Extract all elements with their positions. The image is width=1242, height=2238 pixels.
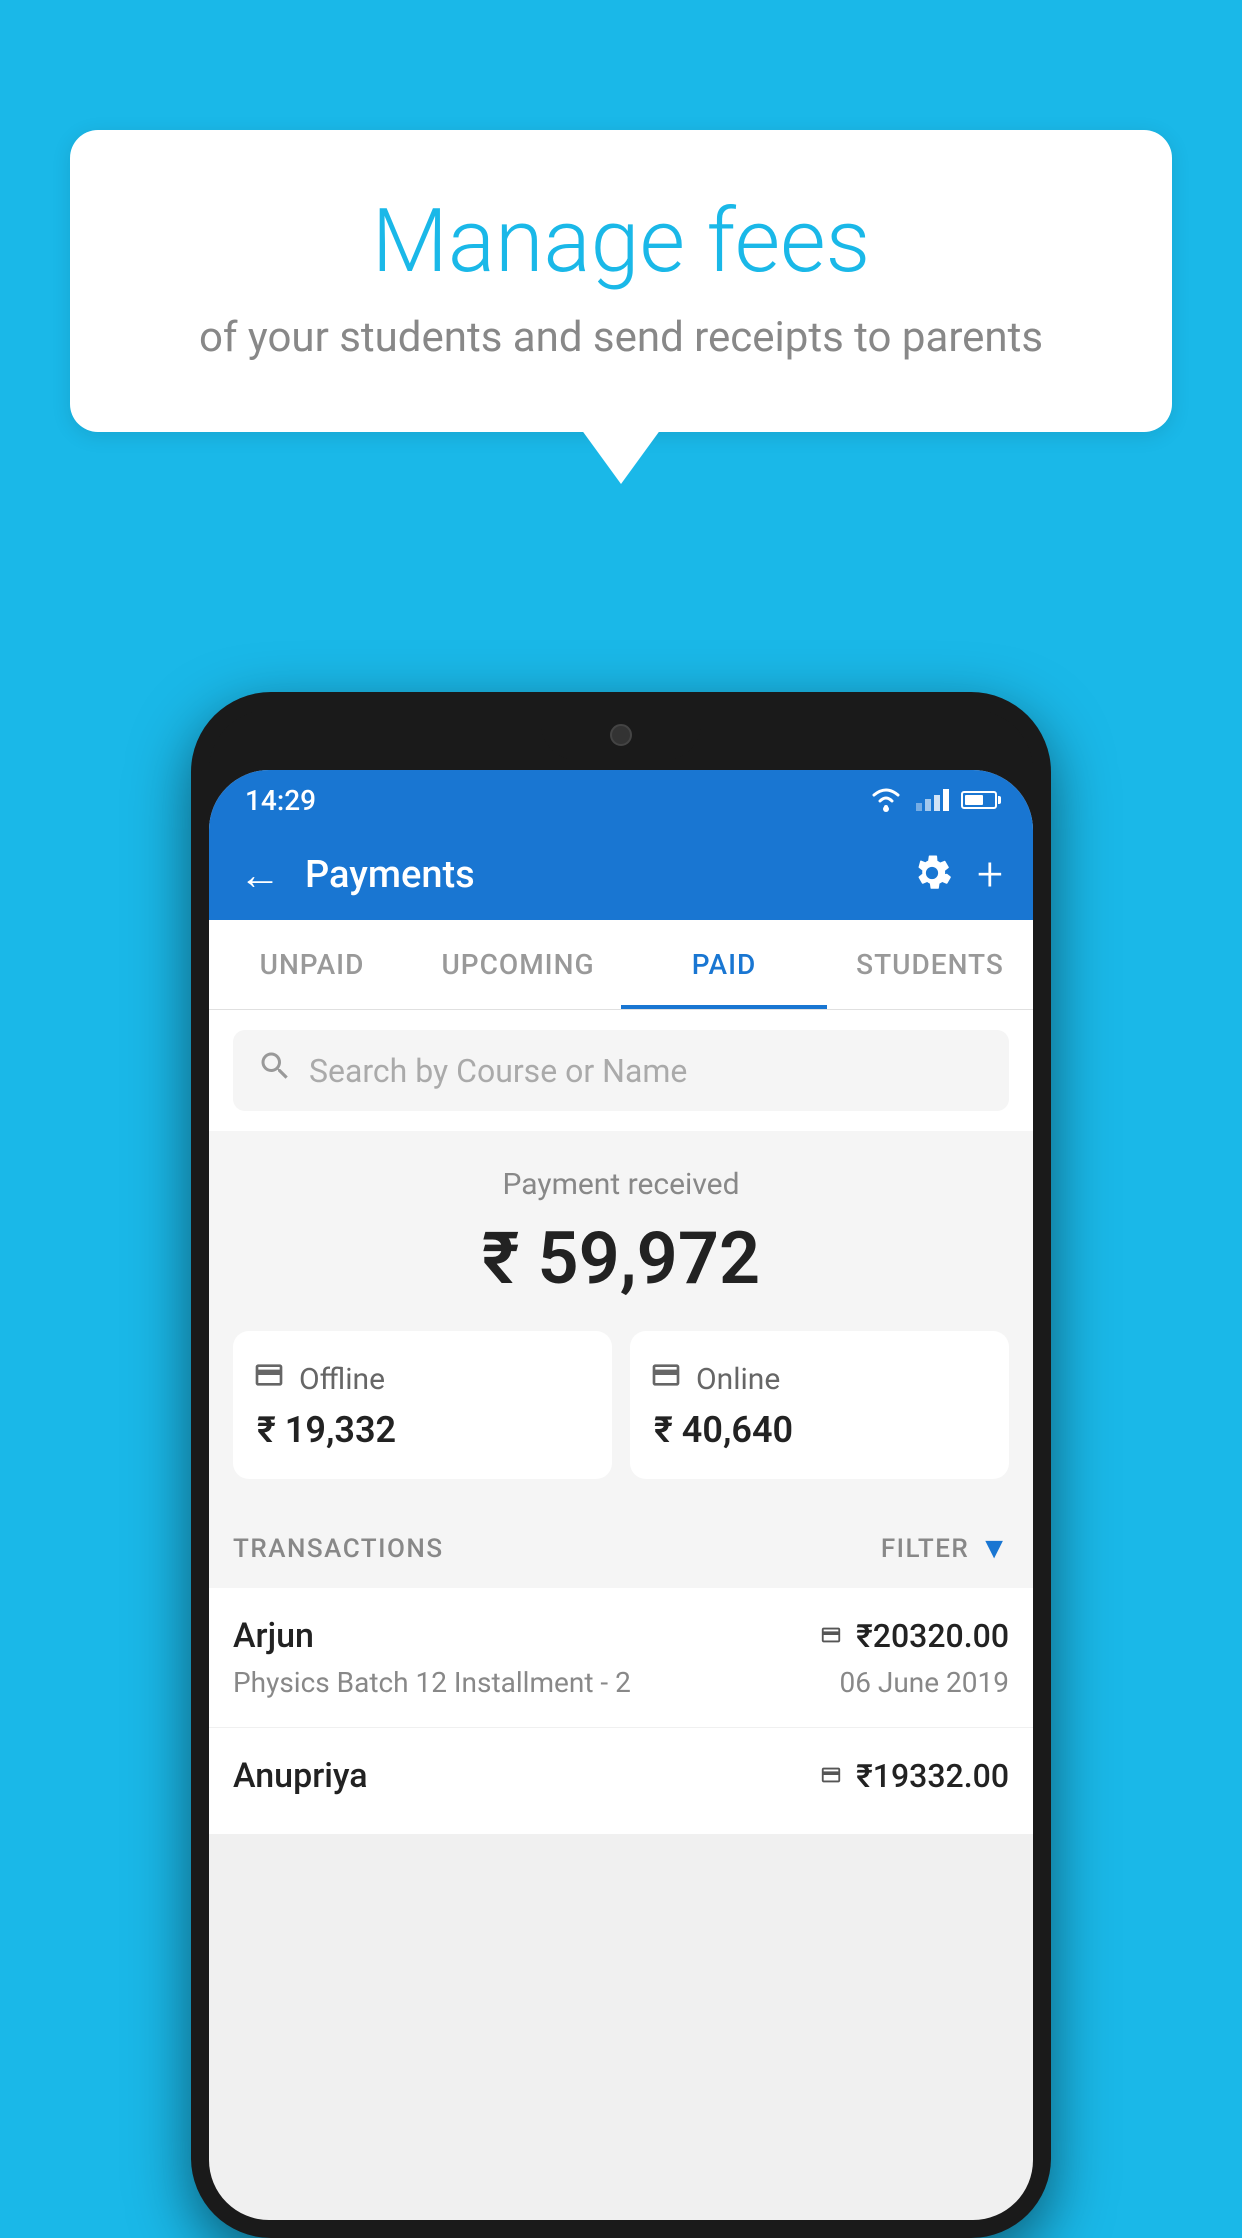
camera [610, 724, 632, 746]
tab-unpaid[interactable]: UNPAID [209, 920, 415, 1009]
app-header: ← Payments + [209, 830, 1033, 920]
transaction-amount-wrap: ₹19332.00 [816, 1757, 1009, 1795]
search-icon [257, 1048, 293, 1093]
transaction-name: Anupriya [233, 1756, 368, 1796]
phone-mockup: 14:29 [191, 692, 1051, 2238]
wifi-icon [868, 787, 904, 813]
tab-students[interactable]: STUDENTS [827, 920, 1033, 1009]
filter-label: FILTER [881, 1534, 969, 1564]
payment-cards: Offline ₹ 19,332 Online [233, 1331, 1009, 1479]
transactions-header: TRANSACTIONS FILTER ▼ [209, 1509, 1033, 1588]
cash-payment-icon [816, 1760, 846, 1793]
status-bar: 14:29 [209, 770, 1033, 830]
online-label: Online [696, 1362, 780, 1397]
offline-label: Offline [299, 1362, 385, 1397]
card-icon [650, 1359, 682, 1399]
transaction-top-row: Arjun ₹20320.00 [233, 1616, 1009, 1656]
card-payment-icon [816, 1620, 846, 1653]
page-title: Payments [305, 853, 911, 897]
offline-card: Offline ₹ 19,332 [233, 1331, 612, 1479]
transaction-top-row: Anupriya ₹19332.00 [233, 1756, 1009, 1796]
online-card-header: Online [650, 1359, 780, 1399]
speech-bubble: Manage fees of your students and send re… [70, 130, 1172, 432]
payment-received-label: Payment received [233, 1167, 1009, 1202]
phone-screen: 14:29 [209, 770, 1033, 2220]
header-actions: + [911, 852, 1003, 898]
gear-icon[interactable] [911, 852, 953, 898]
transaction-amount-wrap: ₹20320.00 [816, 1617, 1009, 1655]
battery-icon [961, 791, 997, 809]
phone-notch [541, 710, 701, 760]
tab-paid[interactable]: PAID [621, 920, 827, 1009]
transaction-name: Arjun [233, 1616, 314, 1656]
transactions-label: TRANSACTIONS [233, 1534, 444, 1564]
table-row[interactable]: Arjun ₹20320.00 Physics Batch 12 Install… [209, 1588, 1033, 1728]
add-button[interactable]: + [977, 852, 1003, 898]
payment-total-amount: ₹ 59,972 [233, 1216, 1009, 1301]
phone-frame: 14:29 [191, 692, 1051, 2238]
filter-button[interactable]: FILTER ▼ [881, 1531, 1009, 1566]
online-amount: ₹ 40,640 [650, 1409, 793, 1451]
status-icons [868, 787, 997, 813]
transaction-bottom-row: Physics Batch 12 Installment - 2 06 June… [233, 1666, 1009, 1699]
offline-card-header: Offline [253, 1359, 385, 1399]
search-input[interactable]: Search by Course or Name [309, 1052, 687, 1090]
search-box[interactable]: Search by Course or Name [233, 1030, 1009, 1111]
offline-amount: ₹ 19,332 [253, 1409, 396, 1451]
phone-notch-bar [209, 710, 1033, 770]
status-time: 14:29 [245, 784, 316, 817]
search-container: Search by Course or Name [209, 1010, 1033, 1131]
bubble-subtitle: of your students and send receipts to pa… [150, 313, 1092, 362]
online-card: Online ₹ 40,640 [630, 1331, 1009, 1479]
tabs-bar: UNPAID UPCOMING PAID STUDENTS [209, 920, 1033, 1010]
transaction-amount: ₹19332.00 [856, 1757, 1009, 1795]
filter-icon: ▼ [979, 1531, 1009, 1566]
speech-bubble-container: Manage fees of your students and send re… [70, 130, 1172, 432]
payment-summary: Payment received ₹ 59,972 Offline ₹ 1 [209, 1131, 1033, 1509]
transaction-date: 06 June 2019 [839, 1666, 1009, 1699]
cash-icon [253, 1359, 285, 1399]
bubble-title: Manage fees [150, 190, 1092, 293]
transaction-detail: Physics Batch 12 Installment - 2 [233, 1666, 631, 1699]
tab-upcoming[interactable]: UPCOMING [415, 920, 621, 1009]
back-button[interactable]: ← [239, 851, 281, 900]
table-row[interactable]: Anupriya ₹19332.00 [209, 1728, 1033, 1835]
signal-icon [916, 789, 949, 811]
transaction-amount: ₹20320.00 [856, 1617, 1009, 1655]
